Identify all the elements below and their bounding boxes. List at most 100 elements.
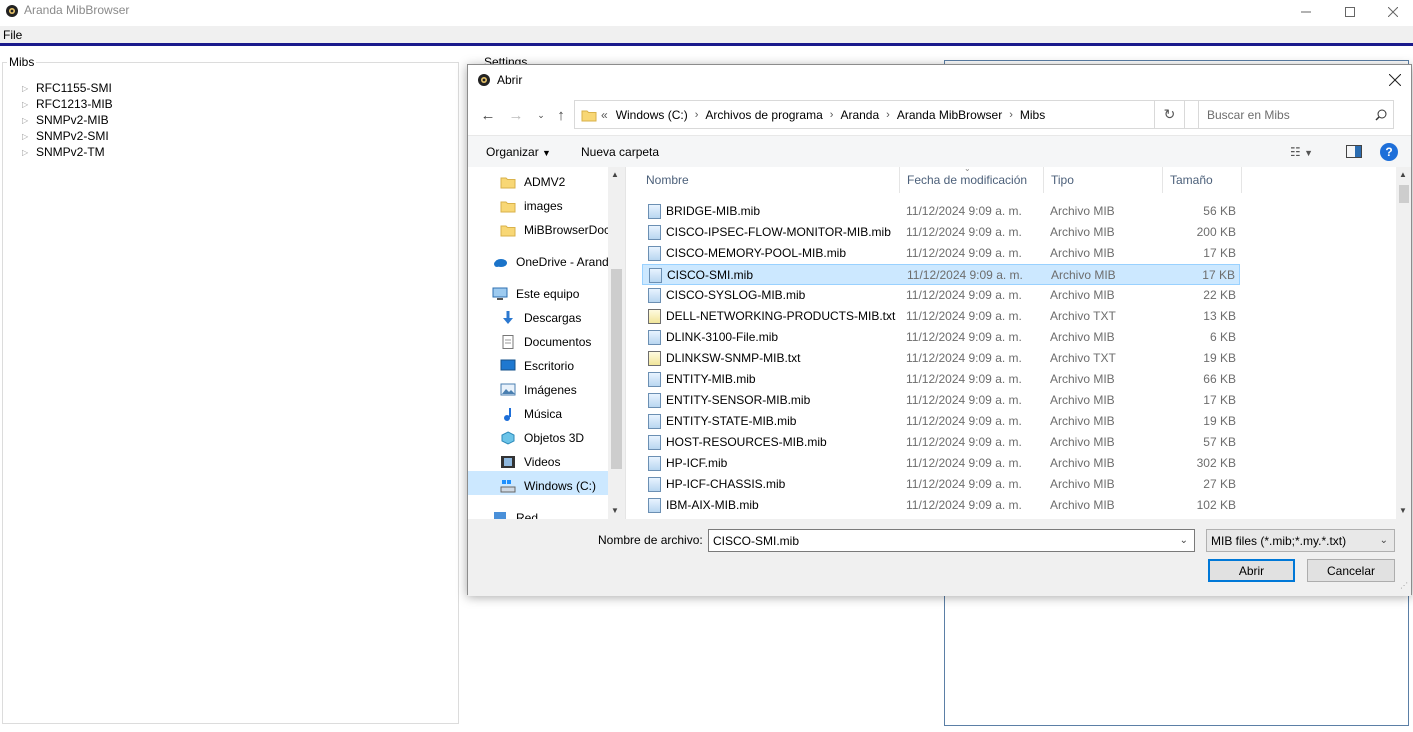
filename-input[interactable]: CISCO-SMI.mib ⌄: [708, 529, 1195, 552]
breadcrumb-item[interactable]: Aranda MibBrowser: [897, 108, 1002, 122]
nav-item[interactable]: Imágenes: [500, 383, 577, 397]
file-name: CISCO-MEMORY-POOL-MIB.mib: [666, 246, 847, 260]
file-list-scrollbar[interactable]: [1396, 167, 1411, 519]
nav-item[interactable]: Videos: [500, 455, 560, 469]
details-view-icon: ☷: [1290, 145, 1301, 159]
organize-menu[interactable]: Organizar ▼: [486, 145, 551, 159]
scroll-down-icon[interactable]: ▼: [1399, 506, 1407, 515]
nav-item[interactable]: Música: [500, 407, 562, 421]
forward-button[interactable]: →: [506, 105, 526, 125]
nav-item[interactable]: ADMV2: [500, 175, 565, 189]
breadcrumb-item[interactable]: Aranda: [840, 108, 879, 122]
file-type-select[interactable]: MIB files (*.mib;*.my.*.txt) ⌄: [1206, 529, 1395, 552]
chevron-down-icon[interactable]: ⌄: [1180, 535, 1188, 546]
breadcrumb-overflow[interactable]: «: [601, 108, 608, 122]
mib-file-icon: [648, 498, 661, 513]
file-date: 11/12/2024 9:09 a. m.: [906, 351, 1022, 365]
nav-item[interactable]: Descargas: [500, 311, 581, 325]
cancel-button[interactable]: Cancelar: [1307, 559, 1395, 582]
nav-scrollbar-thumb[interactable]: [611, 269, 622, 469]
chevron-right-icon[interactable]: ›: [1009, 109, 1013, 121]
expand-arrow-icon[interactable]: ▷: [22, 84, 32, 93]
nav-item[interactable]: Windows (C:): [500, 479, 596, 493]
back-button[interactable]: ←: [478, 105, 498, 125]
file-type: Archivo MIB: [1050, 456, 1115, 470]
file-row[interactable]: CISCO-SYSLOG-MIB.mib 11/12/2024 9:09 a. m…: [642, 285, 1240, 306]
mibs-panel: [2, 62, 459, 724]
file-size: 57 KB: [1203, 435, 1236, 449]
column-header-date[interactable]: Fecha de modificación: [901, 167, 1044, 193]
file-row[interactable]: DELL-NETWORKING-PRODUCTS-MIB.txt 11/12/20…: [642, 306, 1240, 327]
file-row[interactable]: ENTITY-MIB.mib 11/12/2024 9:09 a. m. Archi…: [642, 369, 1240, 390]
close-button[interactable]: [1370, 0, 1413, 24]
nav-item[interactable]: Objetos 3D: [500, 431, 584, 445]
tree-item[interactable]: ▷ RFC1213-MIB: [22, 97, 113, 111]
new-folder-button[interactable]: Nueva carpeta: [581, 145, 659, 159]
file-row[interactable]: BRIDGE-MIB.mib 11/12/2024 9:09 a. m. Archi…: [642, 201, 1240, 222]
preview-pane-icon: [1355, 146, 1361, 157]
search-box[interactable]: Buscar en Mibs: [1198, 100, 1394, 129]
up-button[interactable]: ↑: [551, 105, 571, 125]
chevron-right-icon[interactable]: ›: [886, 109, 890, 121]
expand-arrow-icon[interactable]: ▷: [22, 132, 32, 141]
nav-item-label: MiBBrowserDocu: [524, 223, 617, 237]
tree-item[interactable]: ▷ RFC1155-SMI: [22, 81, 112, 95]
expand-arrow-icon[interactable]: ▷: [22, 116, 32, 125]
file-row[interactable]: ENTITY-STATE-MIB.mib 11/12/2024 9:09 a. m…: [642, 411, 1240, 432]
nav-item[interactable]: OneDrive - Aranda: [492, 255, 615, 269]
mib-file-icon: [648, 372, 661, 387]
file-row[interactable]: CISCO-SMI.mib 11/12/2024 9:09 a. m. Archiv…: [642, 264, 1240, 285]
open-button[interactable]: Abrir: [1208, 559, 1295, 582]
preview-pane-button[interactable]: [1346, 145, 1362, 158]
breadcrumb-item[interactable]: Archivos de programa: [705, 108, 822, 122]
file-row[interactable]: HP-ICF-CHASSIS.mib 11/12/2024 9:09 a. m. A…: [642, 474, 1240, 495]
column-header-type[interactable]: Tipo: [1045, 167, 1163, 193]
file-row[interactable]: IBM-AIX-MIB.mib 11/12/2024 9:09 a. m. Arch…: [642, 495, 1240, 516]
expand-arrow-icon[interactable]: ▷: [22, 148, 32, 157]
dialog-close-button[interactable]: [1384, 69, 1406, 91]
breadcrumb-item[interactable]: Mibs: [1020, 108, 1045, 122]
file-name: DLINK-3100-File.mib: [666, 330, 779, 344]
file-date: 11/12/2024 9:09 a. m.: [906, 246, 1022, 260]
tree-item[interactable]: ▷ SNMPv2-TM: [22, 145, 105, 159]
breadcrumb-item[interactable]: Windows (C:): [616, 108, 688, 122]
view-options-button[interactable]: ☷ ▼: [1290, 145, 1313, 159]
menu-file[interactable]: File: [3, 28, 22, 42]
file-row[interactable]: ENTITY-SENSOR-MIB.mib 11/12/2024 9:09 a. …: [642, 390, 1240, 411]
nav-item[interactable]: images: [500, 199, 563, 213]
file-row[interactable]: CISCO-MEMORY-POOL-MIB.mib 11/12/2024 9:09…: [642, 243, 1240, 264]
tree-item[interactable]: ▷ SNMPv2-MIB: [22, 113, 109, 127]
file-list-scrollbar-thumb[interactable]: [1399, 185, 1409, 203]
file-name: CISCO-SYSLOG-MIB.mib: [666, 288, 806, 302]
minimize-button[interactable]: [1283, 0, 1329, 24]
maximize-button[interactable]: [1327, 0, 1373, 24]
scroll-up-icon[interactable]: ▲: [611, 170, 619, 179]
file-row[interactable]: DLINKSW-SNMP-MIB.txt 11/12/2024 9:09 a. m…: [642, 348, 1240, 369]
nav-item[interactable]: Este equipo: [492, 287, 579, 301]
nav-item[interactable]: Escritorio: [500, 359, 574, 373]
scroll-up-icon[interactable]: ▲: [1399, 170, 1407, 179]
file-row[interactable]: HOST-RESOURCES-MIB.mib 11/12/2024 9:09 a.…: [642, 432, 1240, 453]
file-size: 302 KB: [1196, 456, 1236, 470]
column-header-size[interactable]: Tamaño: [1164, 167, 1242, 193]
video-icon: [500, 455, 516, 469]
nav-item[interactable]: Documentos: [500, 335, 591, 349]
file-row[interactable]: DLINK-3100-File.mib 11/12/2024 9:09 a. m.…: [642, 327, 1240, 348]
column-header-name[interactable]: Nombre: [640, 167, 900, 193]
nav-item-label: Documentos: [524, 335, 592, 349]
chevron-right-icon[interactable]: ›: [695, 109, 699, 121]
tree-item[interactable]: ▷ SNMPv2-SMI: [22, 129, 109, 143]
cloud-icon: [492, 255, 508, 269]
expand-arrow-icon[interactable]: ▷: [22, 100, 32, 109]
help-icon[interactable]: ?: [1380, 143, 1398, 161]
file-name: HP-ICF.mib: [666, 456, 728, 470]
scroll-down-icon[interactable]: ▼: [611, 506, 619, 515]
file-row[interactable]: CISCO-IPSEC-FLOW-MONITOR-MIB.mib 11/12/20…: [642, 222, 1240, 243]
recent-locations-button[interactable]: ⌄: [531, 105, 551, 125]
nav-item[interactable]: MiBBrowserDocu: [500, 223, 617, 237]
refresh-button[interactable]: ↻: [1154, 100, 1185, 129]
resize-grip-icon[interactable]: ⋰: [1400, 581, 1408, 590]
mib-file-icon: [648, 288, 661, 303]
file-row[interactable]: HP-ICF.mib 11/12/2024 9:09 a. m. Archivo M…: [642, 453, 1240, 474]
chevron-right-icon[interactable]: ›: [830, 109, 834, 121]
